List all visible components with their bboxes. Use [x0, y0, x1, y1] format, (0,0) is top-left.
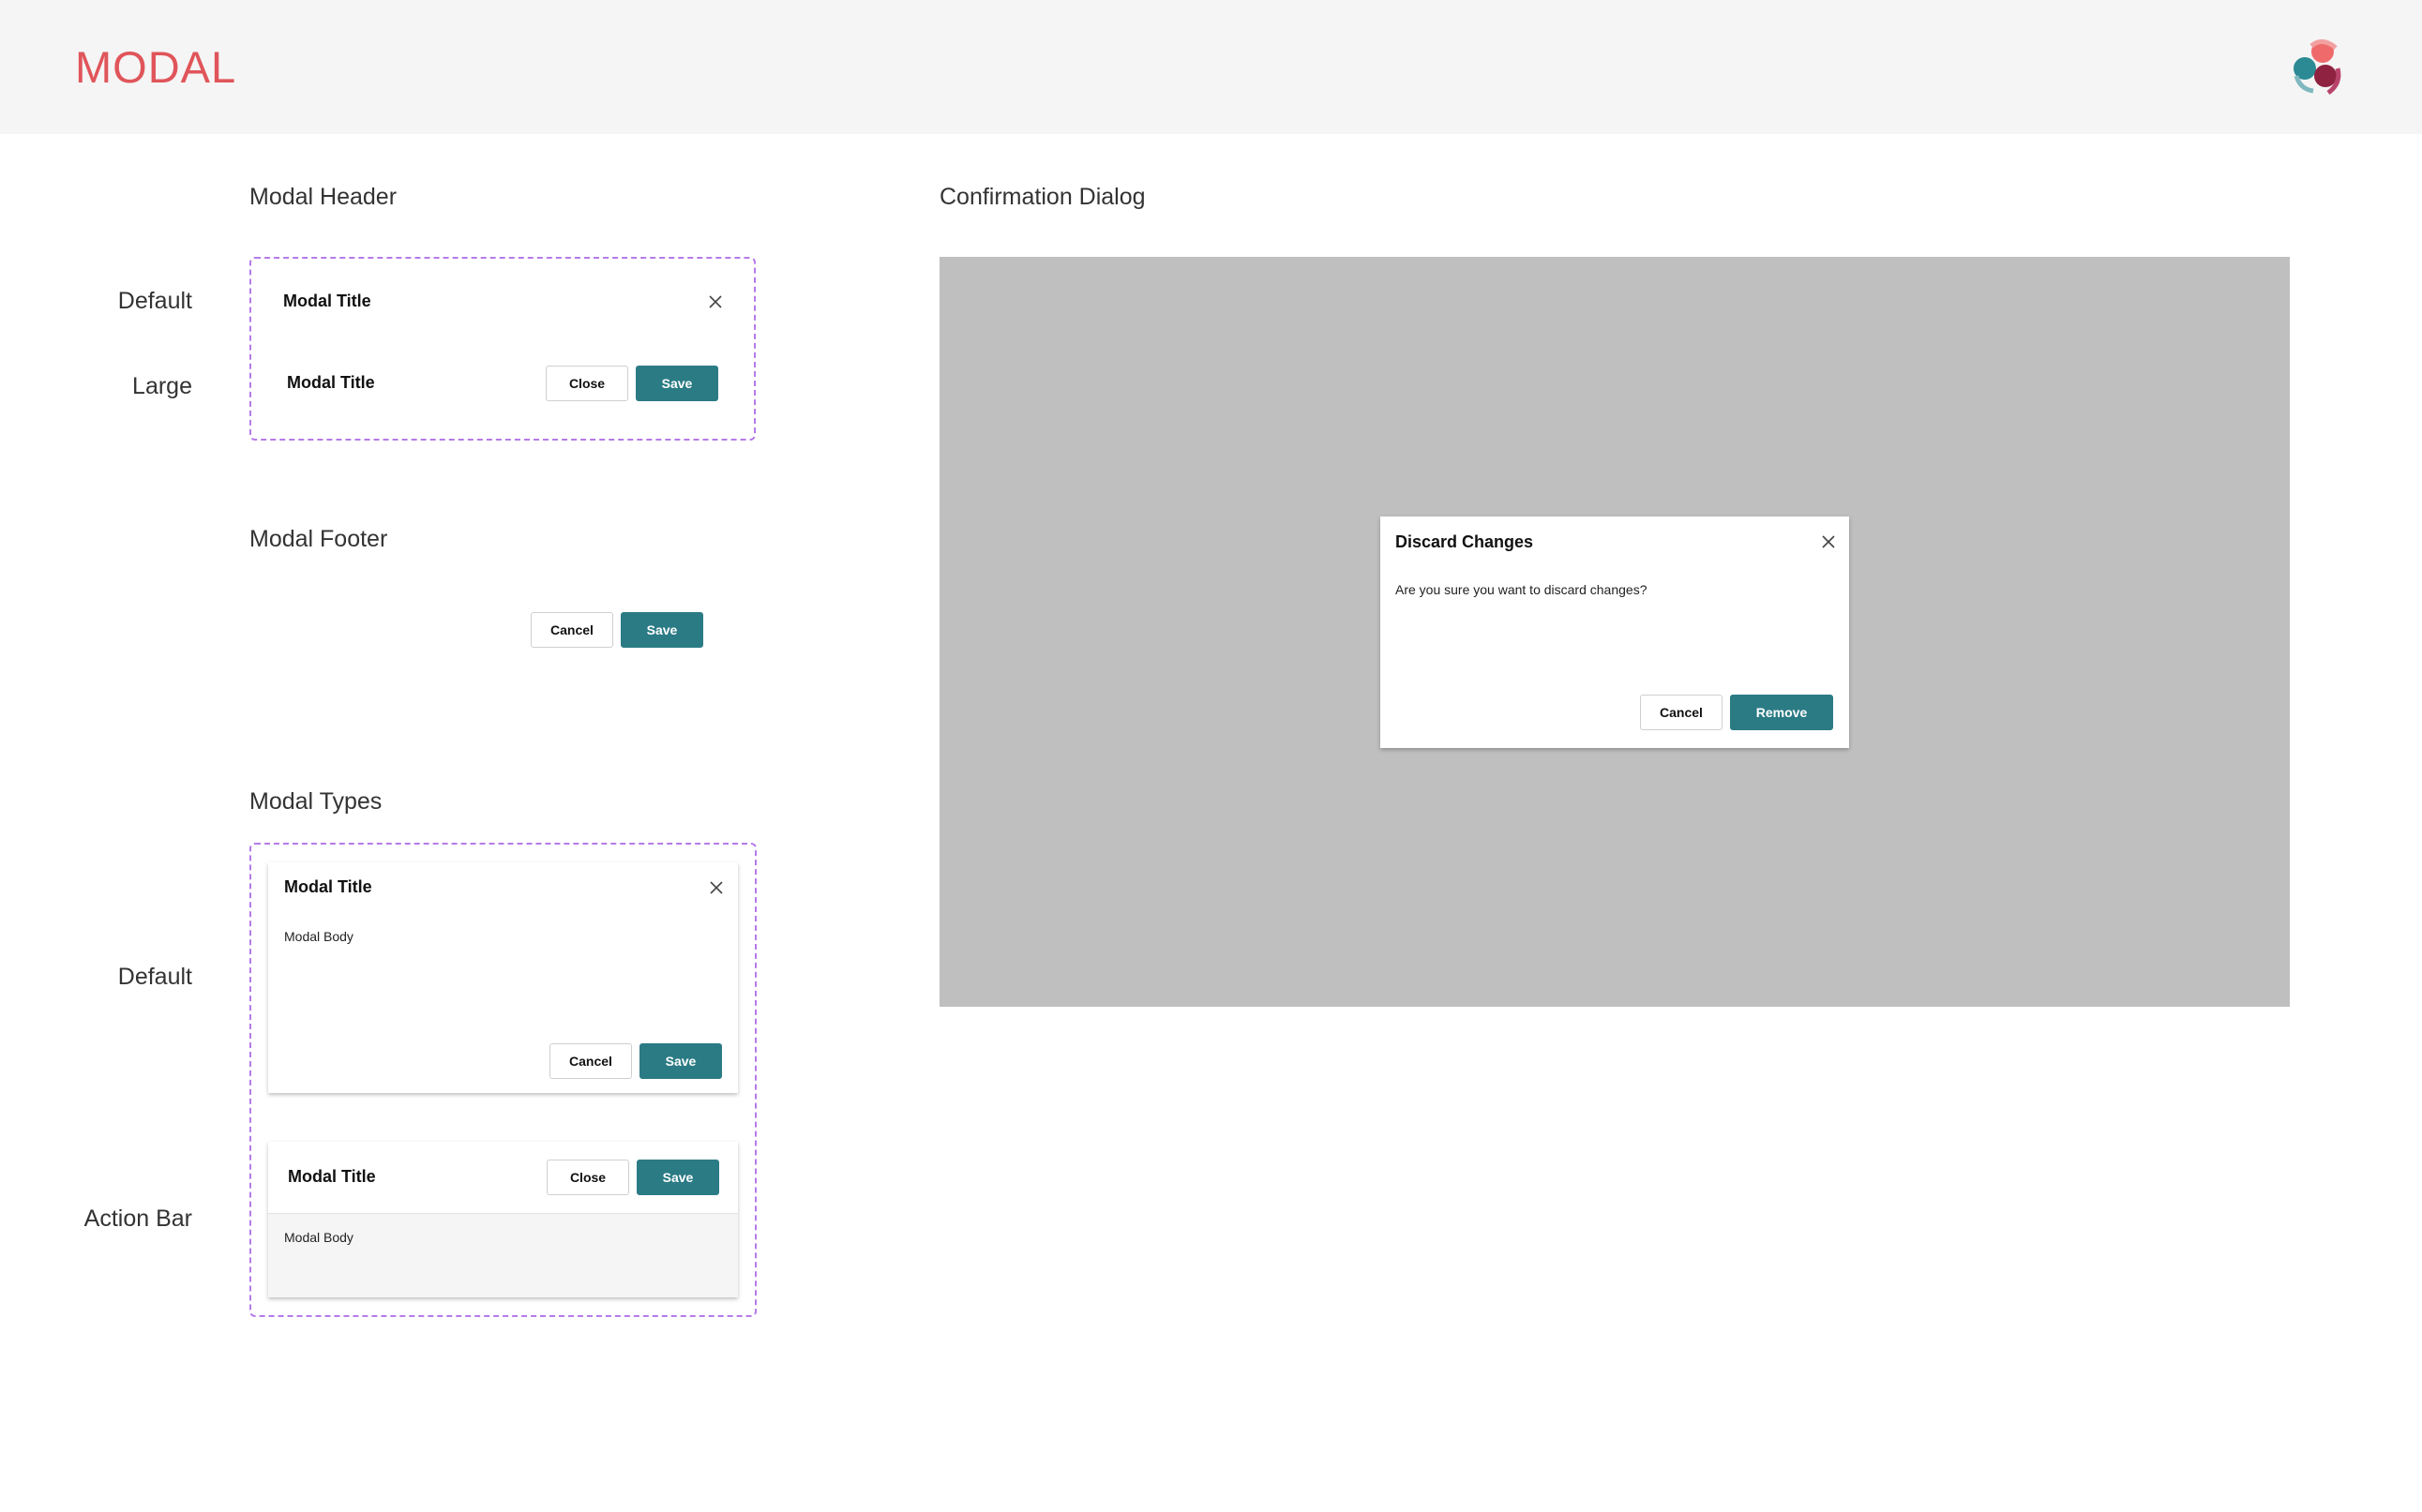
section-title-confirmation-dialog: Confirmation Dialog — [940, 184, 1146, 210]
modal-action-bar: Modal Title Close Save Modal Body — [268, 1142, 738, 1297]
modal-body: Modal Body — [284, 929, 354, 944]
modal-header-default: Modal Title — [268, 277, 737, 327]
close-button[interactable]: Close — [547, 1160, 629, 1195]
dialog-message: Are you sure you want to discard changes… — [1395, 582, 1647, 597]
modal-title: Modal Title — [284, 877, 372, 896]
modal-header-large: Modal Title Close Save — [268, 345, 737, 420]
save-button[interactable]: Save — [621, 612, 703, 648]
cancel-button[interactable]: Cancel — [1640, 695, 1722, 730]
modal-default: Modal Title Modal Body Cancel Save — [268, 862, 738, 1093]
close-icon[interactable] — [708, 879, 725, 896]
modal-title: Modal Title — [287, 373, 375, 392]
cancel-button[interactable]: Cancel — [531, 612, 613, 648]
close-button[interactable]: Close — [546, 366, 628, 401]
save-button[interactable]: Save — [636, 366, 718, 401]
top-bar: MODAL — [0, 0, 2422, 134]
modal-title: Modal Title — [288, 1167, 376, 1186]
save-button[interactable]: Save — [637, 1160, 719, 1195]
modal-body-area: Modal Body — [268, 1214, 738, 1297]
section-title-modal-types: Modal Types — [249, 788, 383, 815]
modal-title: Modal Title — [283, 292, 371, 310]
confirmation-dialog: Discard Changes Are you sure you want to… — [1380, 516, 1849, 748]
brand-logo-icon — [2294, 39, 2341, 96]
remove-button[interactable]: Remove — [1730, 695, 1833, 730]
dialog-title: Discard Changes — [1395, 532, 1534, 551]
modal-body: Modal Body — [284, 1230, 354, 1245]
close-icon[interactable] — [707, 293, 724, 310]
section-title-modal-header: Modal Header — [249, 184, 398, 210]
section-title-modal-footer: Modal Footer — [249, 526, 388, 552]
row-label-header-default: Default — [117, 288, 192, 314]
row-label-types-default: Default — [117, 964, 192, 990]
cancel-button[interactable]: Cancel — [549, 1043, 632, 1079]
save-button[interactable]: Save — [639, 1043, 722, 1079]
row-label-types-action-bar: Action Bar — [83, 1205, 192, 1232]
page-title: MODAL — [75, 42, 237, 92]
close-icon[interactable] — [1820, 533, 1837, 550]
row-label-header-large: Large — [132, 373, 192, 399]
modal-overlay[interactable]: Discard Changes Are you sure you want to… — [940, 257, 2290, 1007]
